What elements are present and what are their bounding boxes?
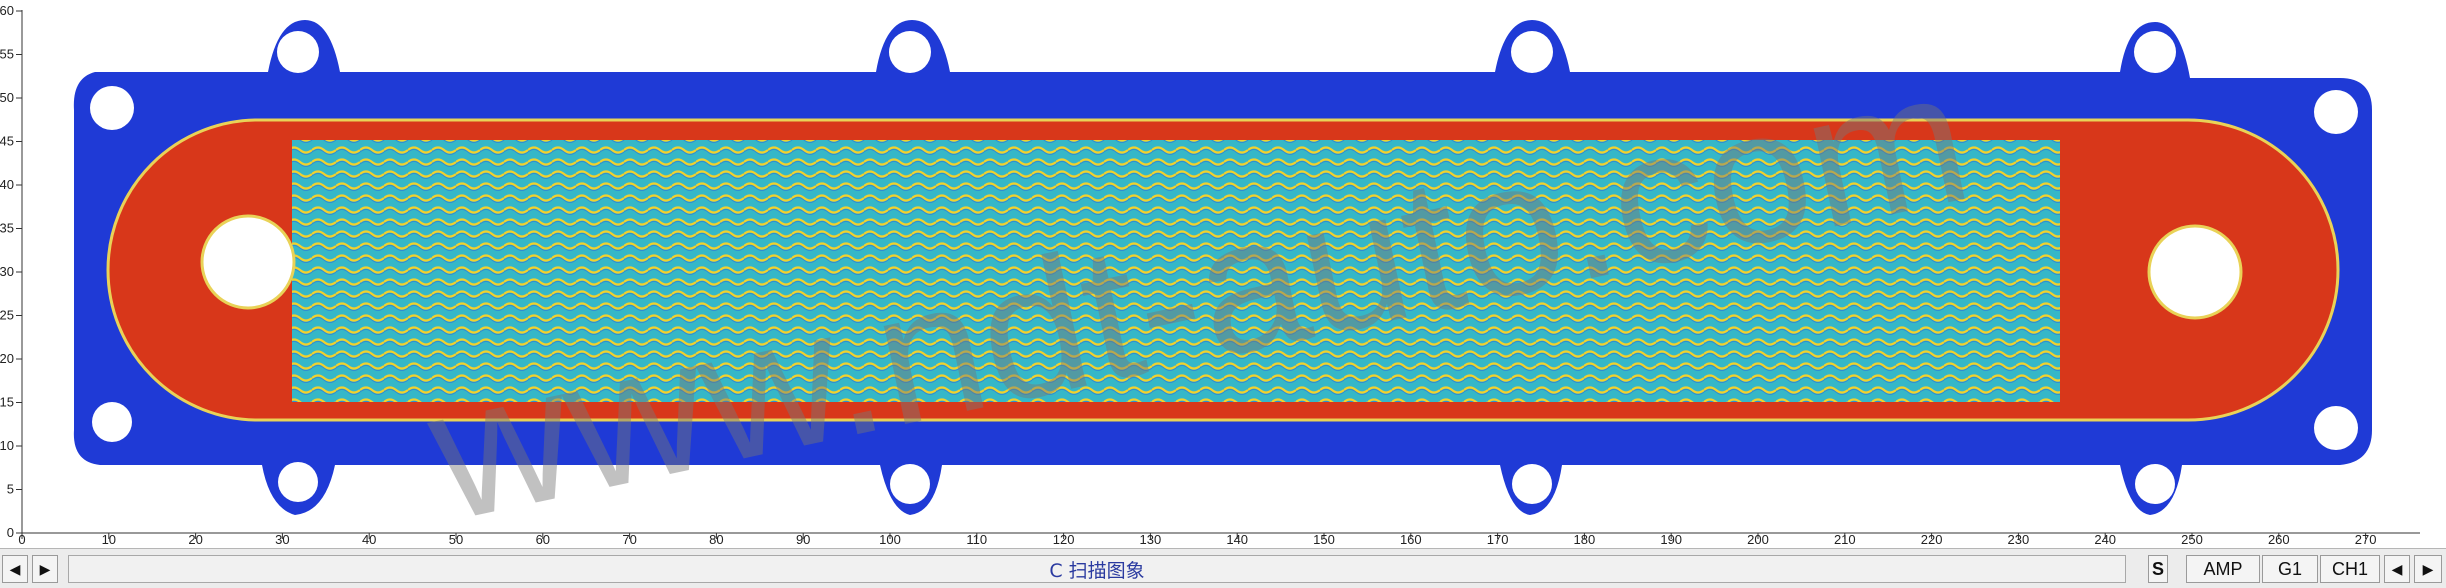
x-axis-ticks: 0 10 20 30 40 50 60 70 80 90 100 110 120 130 140 150 160… [18,532,2376,545]
y-tick-label: 20 [0,351,14,366]
x-tick-label: 170 [1487,532,1509,545]
y-tick-label: 30 [0,264,14,279]
x-tick-label: 70 [622,532,636,545]
mode-s-button[interactable]: S [2148,555,2168,583]
x-tick-label: 140 [1226,532,1248,545]
c-scan-view[interactable]: 051015202530354045505560 0 10 20 30 40 50 60 70… [0,0,2446,545]
y-tick-label: 5 [7,482,14,497]
x-tick-label: 270 [2355,532,2377,545]
x-tick-label: 10 [102,532,116,545]
triangle-right-icon: ▶ [2422,560,2434,577]
y-tick-label: 25 [0,308,14,323]
x-tick-label: 150 [1313,532,1335,545]
triangle-left-icon: ◀ [2391,560,2403,577]
scroll-right-button[interactable]: ▶ [32,555,58,583]
x-tick-label: 250 [2181,532,2203,545]
y-tick-label: 15 [0,395,14,410]
x-axis: 0 10 20 30 40 50 60 70 80 90 100 110 120 130 140 150 160… [18,532,2420,545]
x-tick-label: 160 [1400,532,1422,545]
x-tick-label: 30 [275,532,289,545]
x-tick-label: 110 [966,532,987,545]
view-title: C 扫描图象 [1049,559,1145,582]
x-tick-label: 180 [1574,532,1596,545]
x-tick-label: 100 [879,532,901,545]
x-tick-label: 130 [1140,532,1162,545]
x-tick-label: 0 [18,532,25,545]
y-tick-label: 10 [0,438,14,453]
x-tick-label: 200 [1747,532,1769,545]
channel-button[interactable]: CH1 [2320,555,2380,583]
y-tick-label: 50 [0,90,14,105]
x-tick-label: 240 [2094,532,2116,545]
y-axis-ticks: 0 5 10 15 20 25 30 35 40 45 50 55 60 [0,3,22,540]
status-bar: ◀ ▶ C 扫描图象 S AMP G1 CH1 ◀ ▶ [0,548,2446,588]
view-title-bar: C 扫描图象 [68,555,2126,583]
x-tick-label: 210 [1834,532,1856,545]
x-tick-label: 260 [2268,532,2290,545]
triangle-left-icon: ◀ [9,560,21,577]
x-tick-label: 90 [796,532,810,545]
x-tick-label: 20 [188,532,202,545]
triangle-right-icon: ▶ [39,560,51,577]
y-axis: 0 5 10 15 20 25 30 35 40 45 50 55 60 [0,3,23,540]
x-tick-label: 120 [1053,532,1075,545]
y-tick-label: 60 [0,3,14,18]
channel-next-button[interactable]: ▶ [2414,555,2442,583]
scroll-left-button[interactable]: ◀ [2,555,28,583]
gate-button[interactable]: G1 [2262,555,2318,583]
x-tick-label: 190 [1660,532,1682,545]
x-tick-label: 230 [2008,532,2030,545]
channel-prev-button[interactable]: ◀ [2384,555,2410,583]
amp-button[interactable]: AMP [2186,555,2260,583]
y-tick-label: 0 [7,525,14,540]
y-tick-label: 55 [0,47,14,62]
x-tick-label: 220 [1921,532,1943,545]
y-tick-label: 40 [0,177,14,192]
x-tick-label: 80 [709,532,723,545]
y-tick-label: 45 [0,134,14,149]
x-tick-label: 40 [362,532,376,545]
y-tick-label: 35 [0,221,14,236]
